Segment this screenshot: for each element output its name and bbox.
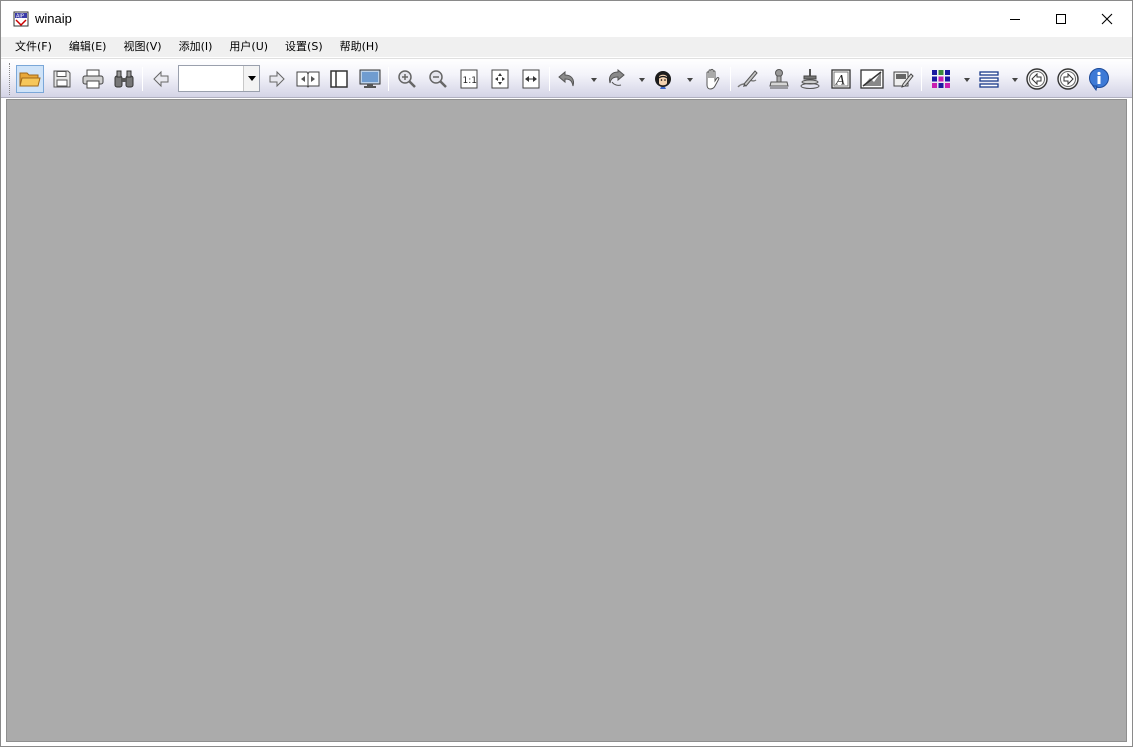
fit-page-icon (491, 69, 509, 89)
fullscreen-button[interactable] (356, 65, 384, 93)
svg-text:AIP: AIP (16, 14, 24, 20)
toolbar-separator (388, 67, 389, 91)
close-icon (1101, 13, 1113, 25)
maximize-icon (1056, 14, 1066, 24)
fit-width-icon (522, 69, 540, 89)
next-page-button[interactable] (263, 65, 291, 93)
hand-pan-icon (706, 68, 720, 90)
menu-file[interactable]: 文件(F) (9, 37, 58, 57)
color-grid-button[interactable] (927, 65, 955, 93)
page-combo-dropdown-button[interactable] (243, 66, 259, 91)
page-number-combo[interactable] (178, 65, 260, 92)
text-box-icon: A (831, 69, 851, 89)
color-grid-dropdown-arrow (964, 78, 970, 82)
actual-size-icon: 1:1 (460, 69, 478, 89)
back-button[interactable] (1023, 65, 1051, 93)
seal-button[interactable] (796, 65, 824, 93)
color-grid-icon (932, 70, 950, 88)
print-icon (82, 69, 104, 89)
save-icon (53, 70, 71, 88)
menu-settings[interactable]: 设置(S) (279, 37, 329, 57)
two-page-book-icon (296, 71, 320, 88)
menu-user[interactable]: 用户(U) (223, 37, 274, 57)
info-icon (1089, 68, 1109, 91)
menu-bar: 文件(F) 编辑(E) 视图(V) 添加(I) 用户(U) 设置(S) 帮助(H… (1, 37, 1132, 57)
zoom-in-icon (398, 70, 416, 88)
window-title: winaip (35, 11, 72, 26)
actual-size-button[interactable]: 1:1 (455, 65, 483, 93)
maximize-button[interactable] (1038, 1, 1084, 37)
document-workspace[interactable] (6, 99, 1127, 742)
layers-list-icon (979, 71, 999, 88)
redo-dropdown-arrow (639, 78, 645, 82)
forward-circle-icon (1057, 68, 1079, 90)
zoom-out-icon (429, 70, 447, 88)
image-button[interactable] (858, 65, 886, 93)
fullscreen-monitor-icon (359, 69, 381, 88)
edit-note-icon (893, 71, 914, 88)
title-bar: AIP winaip (1, 1, 1132, 37)
find-button[interactable] (110, 65, 138, 93)
stamp-button[interactable] (765, 65, 793, 93)
app-window: AIP winaip 文件(F) 编辑(E) 视图(V) 添加(I) 用户(U)… (0, 0, 1133, 747)
layers-dropdown-arrow (1012, 78, 1018, 82)
sign-button[interactable] (734, 65, 762, 93)
minimize-icon (1010, 19, 1020, 20)
toolbar-separator (921, 67, 922, 91)
single-page-view-button[interactable] (325, 65, 353, 93)
fit-width-button[interactable] (517, 65, 545, 93)
toolbar-separator (549, 67, 550, 91)
svg-text:1:1: 1:1 (463, 76, 477, 86)
redo-icon (609, 69, 625, 86)
text-box-button[interactable]: A (827, 65, 855, 93)
undo-dropdown-arrow (591, 78, 597, 82)
user-face-icon (655, 71, 671, 89)
back-circle-icon (1026, 68, 1048, 90)
find-binoculars-icon (114, 70, 134, 88)
hand-tool-button[interactable] (698, 65, 726, 93)
forward-button[interactable] (1054, 65, 1082, 93)
open-folder-icon (19, 72, 41, 87)
image-icon (860, 69, 884, 89)
redo-button[interactable] (603, 65, 631, 93)
undo-icon (558, 70, 574, 87)
save-button[interactable] (48, 65, 76, 93)
previous-page-button[interactable] (147, 65, 175, 93)
minimize-button[interactable] (992, 1, 1038, 37)
user-button[interactable] (649, 65, 677, 93)
open-button[interactable] (16, 65, 44, 93)
menu-view[interactable]: 视图(V) (117, 37, 167, 57)
about-button[interactable] (1085, 65, 1113, 93)
toolbar-separator (730, 67, 731, 91)
sign-pen-icon (737, 70, 758, 88)
zoom-out-button[interactable] (424, 65, 452, 93)
user-dropdown-arrow (687, 78, 693, 82)
undo-button[interactable] (554, 65, 582, 93)
next-page-icon (269, 70, 285, 88)
close-button[interactable] (1084, 1, 1130, 37)
two-page-view-button[interactable] (294, 65, 322, 93)
previous-page-icon (153, 70, 169, 88)
chevron-down-icon (247, 76, 256, 81)
edit-note-button[interactable] (889, 65, 917, 93)
seal-stamp-icon (800, 69, 820, 89)
menu-insert[interactable]: 添加(I) (173, 37, 219, 57)
app-logo-icon: AIP (13, 11, 29, 27)
toolbar-grip[interactable] (9, 63, 12, 95)
main-toolbar: 1:1 A (1, 58, 1132, 98)
svg-text:A: A (835, 74, 845, 89)
single-page-icon (330, 70, 348, 88)
layers-button[interactable] (975, 65, 1003, 93)
stamp-icon (769, 69, 789, 89)
fit-page-button[interactable] (486, 65, 514, 93)
print-button[interactable] (79, 65, 107, 93)
menu-edit[interactable]: 编辑(E) (63, 37, 113, 57)
page-number-input[interactable] (179, 66, 243, 91)
menu-help[interactable]: 帮助(H) (334, 37, 385, 57)
toolbar-separator (142, 67, 143, 91)
zoom-in-button[interactable] (393, 65, 421, 93)
